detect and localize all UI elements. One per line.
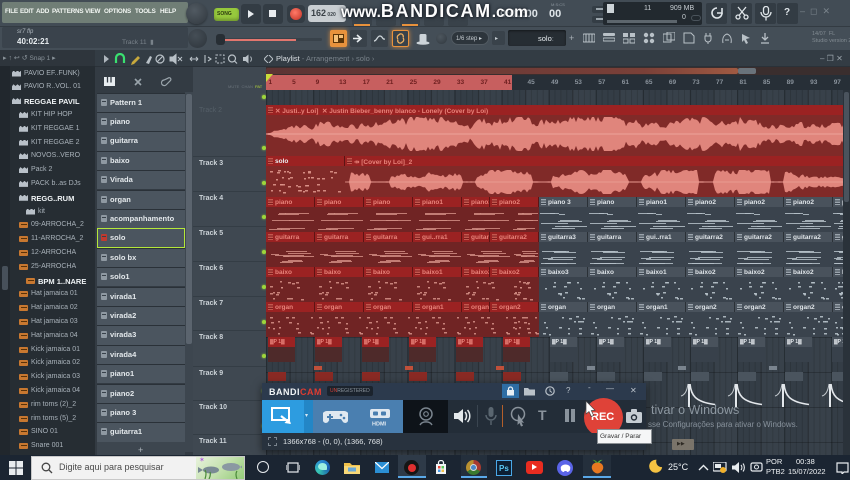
svg-text:HDMI: HDMI <box>372 422 387 427</box>
